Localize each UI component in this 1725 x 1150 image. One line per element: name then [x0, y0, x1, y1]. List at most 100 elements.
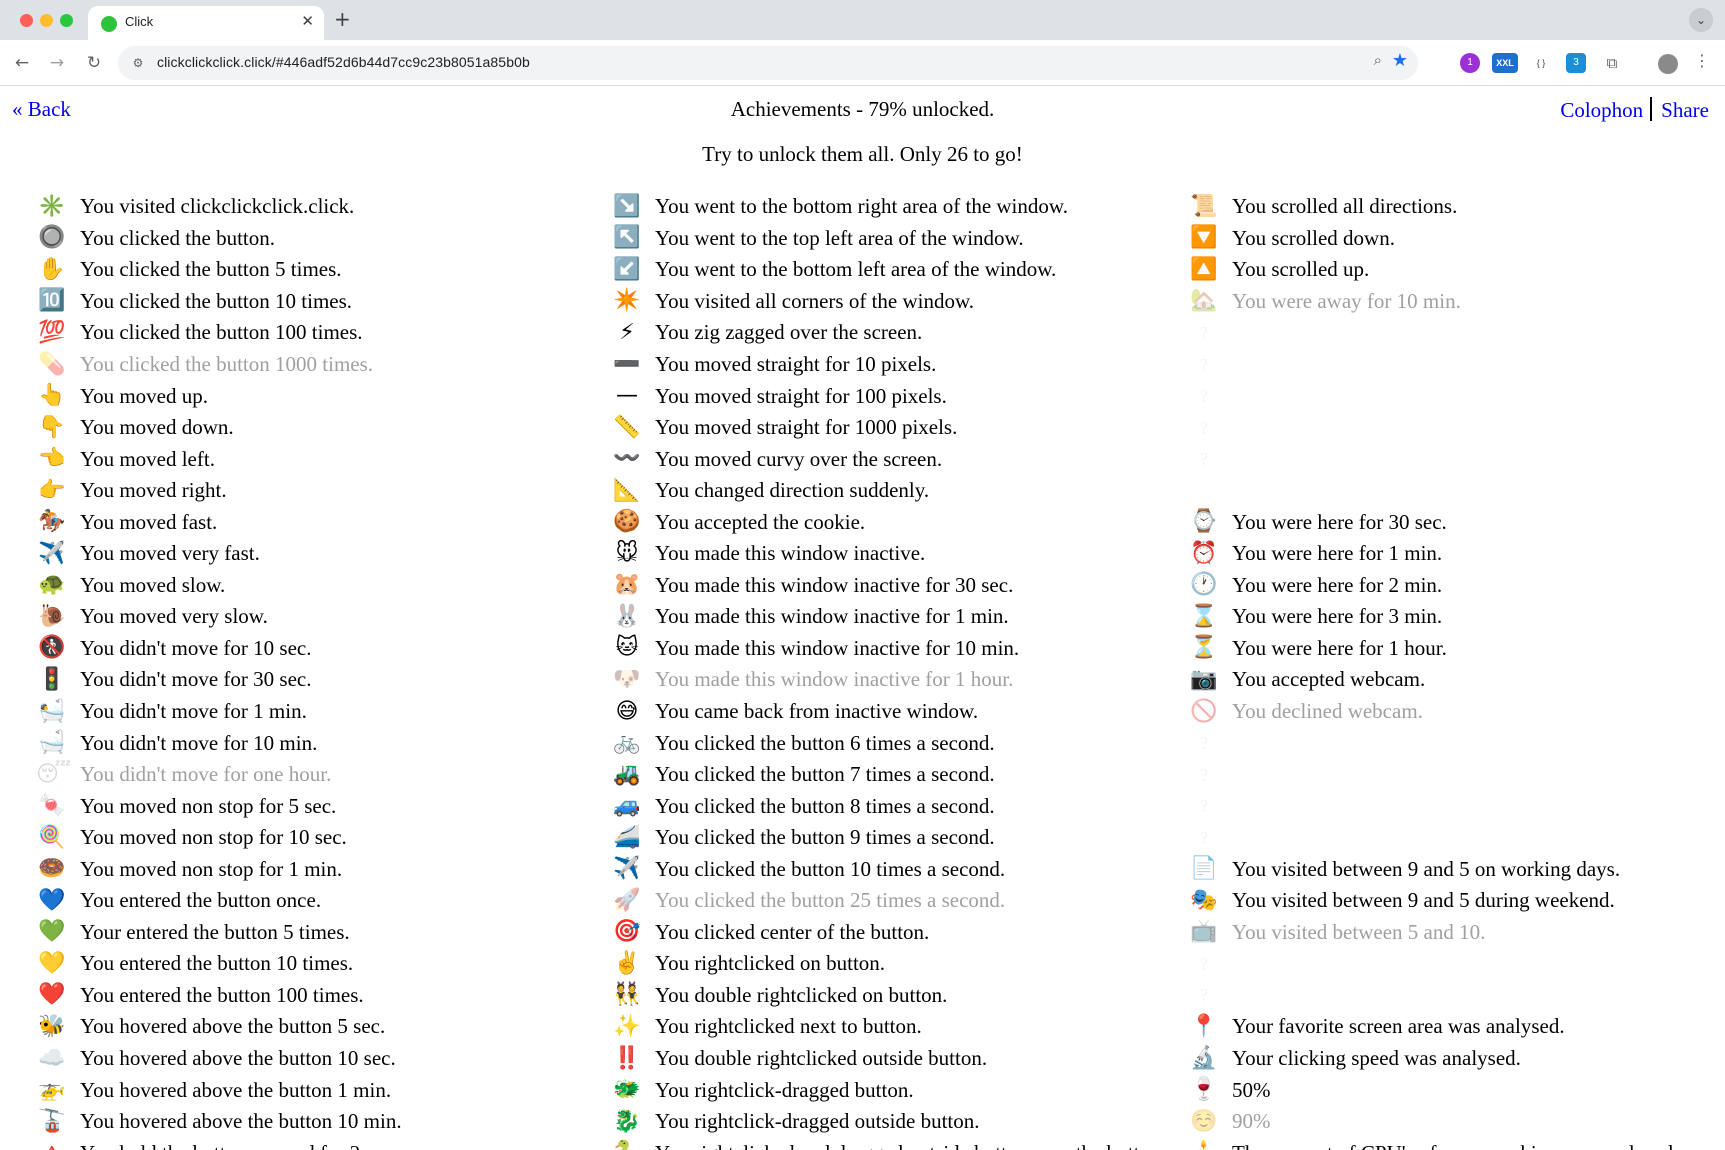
- achievement-placeholder: ?: [1188, 948, 1725, 980]
- achievement-item: 💊 You clicked the button 1000 times.: [36, 349, 596, 381]
- achievement-icon: ☁️: [38, 1045, 66, 1071]
- achievement-icon: 💙: [38, 887, 66, 913]
- achievement-placeholder: ?: [1188, 759, 1725, 791]
- achievement-item: ⏳ You were here for 1 hour.: [1188, 633, 1725, 665]
- achievement-item: 🐍 You rightclicked and dragged outside bu…: [611, 1137, 1171, 1150]
- favicon-icon: [101, 16, 117, 32]
- achievement-label: 50%: [1232, 1077, 1271, 1102]
- reload-icon[interactable]: ↻: [80, 49, 108, 77]
- achievement-item: ✈️ You clicked the button 10 times a seco…: [611, 853, 1171, 885]
- achievement-label: You went to the bottom right area of the…: [655, 194, 1068, 219]
- achievement-icon: 🍷: [1190, 1077, 1218, 1103]
- top-right-links: Colophon Share: [1560, 97, 1709, 123]
- extension-counter-icon[interactable]: 3: [1566, 53, 1586, 73]
- achievement-item: ☁️ You hovered above the button 10 sec.: [36, 1043, 596, 1075]
- achievement-label: You were here for 1 min.: [1232, 541, 1443, 566]
- achievement-label: You moved very slow.: [80, 604, 268, 629]
- achievement-item: 🚷 You didn't move for 10 sec.: [36, 633, 596, 665]
- achievement-icon: 😴: [36, 761, 72, 787]
- achievement-item: ✌️ You rightclicked on button.: [611, 948, 1171, 980]
- achievement-icon: 🐶: [613, 666, 641, 692]
- link-divider: [1650, 97, 1653, 121]
- achievement-icon: ⏳: [1190, 635, 1218, 661]
- achievement-item: ↘️ You went to the bottom right area of t…: [611, 191, 1171, 223]
- url-text[interactable]: clickclickclick.click/#446adf52d6b44d7cc…: [157, 54, 530, 70]
- achievement-label: You changed direction suddenly.: [655, 478, 930, 503]
- achievement-label: You moved left.: [80, 446, 215, 471]
- achievement-icon: 😅: [615, 698, 639, 724]
- achievement-label: You moved straight for 10 pixels.: [655, 352, 937, 376]
- browser-toolbar: ← → ↻ ⚙ clickclickclick.click/#446adf52d…: [0, 40, 1725, 86]
- achievement-label: You clicked the button 5 times.: [80, 257, 342, 282]
- zoom-icon[interactable]: ⌕: [1374, 51, 1382, 69]
- achievements-column-1: ✳️ You visited clickclickclick.click. 🔘 You…: [36, 191, 596, 1150]
- achievement-placeholder: ?: [1188, 790, 1725, 822]
- extension-xxl-icon[interactable]: XXL: [1492, 53, 1518, 73]
- forward-arrow-icon[interactable]: →: [43, 49, 71, 77]
- achievement-icon: 👉: [38, 477, 66, 503]
- achievement-item: 🔬 Your clicking speed was analysed.: [1188, 1043, 1725, 1075]
- close-window-button[interactable]: [20, 14, 33, 27]
- achievement-label: You clicked the button 25 times a second…: [655, 888, 1006, 913]
- achievement-icon: 🚄: [613, 824, 641, 850]
- achievement-item: 👉 You moved right.: [36, 475, 596, 507]
- colophon-link[interactable]: Colophon: [1560, 98, 1643, 122]
- achievement-icon: ↘️: [613, 193, 641, 219]
- browser-tab[interactable]: Click ✕: [88, 6, 324, 40]
- profile-avatar[interactable]: [1658, 54, 1678, 74]
- achievement-label: You were here for 30 sec.: [1232, 509, 1447, 534]
- achievement-icon: 🎯: [613, 919, 641, 945]
- close-tab-icon[interactable]: ✕: [301, 12, 314, 30]
- tab-search-icon[interactable]: ⌄: [1689, 8, 1713, 32]
- achievement-item: — You moved straight for 100 pixels.: [611, 380, 1171, 412]
- achievement-icon: 🏡: [1190, 288, 1218, 314]
- achievement-item: 🕐 You were here for 2 min.: [1188, 570, 1725, 602]
- new-tab-icon[interactable]: +: [334, 7, 351, 31]
- achievement-label: You were here for 3 min.: [1232, 604, 1443, 629]
- achievement-icon: 🚦: [38, 666, 66, 692]
- achievement-item: 👯 You double rightclicked on button.: [611, 980, 1171, 1012]
- achievement-icon: 📺: [1190, 919, 1218, 945]
- bookmark-star-icon[interactable]: ★: [1392, 50, 1408, 71]
- achievement-icon: ↖️: [613, 225, 641, 251]
- achievement-icon: ?: [1200, 827, 1208, 848]
- achievement-label: You accepted the cookie.: [655, 509, 866, 534]
- minimize-window-button[interactable]: [40, 14, 53, 27]
- achievement-label: You hold the button pressed for 2 sec.: [80, 1141, 398, 1150]
- achievement-label: You moved straight for 100 pixels.: [655, 383, 947, 408]
- achievement-icon: 🐲: [613, 1077, 641, 1103]
- address-bar[interactable]: ⚙ clickclickclick.click/#446adf52d6b44d7…: [118, 46, 1418, 80]
- maximize-window-button[interactable]: [60, 14, 73, 27]
- browser-tab-bar: Click ✕ + ⌄: [0, 0, 1725, 40]
- achievement-icon: 🐰: [613, 603, 641, 629]
- achievement-icon: 🎭: [1190, 887, 1218, 913]
- achievement-label: You visited between 5 and 10.: [1232, 919, 1486, 944]
- achievement-item: 🐹 You made this window inactive for 30 se…: [611, 570, 1171, 602]
- achievements-column-3: 📜 You scrolled all directions. 🔽 You scroll…: [1188, 191, 1725, 1150]
- achievement-item: 🐌 You moved very slow.: [36, 601, 596, 633]
- achievement-icon: 📏: [613, 414, 641, 440]
- extensions-puzzle-icon[interactable]: ⧉: [1602, 53, 1622, 73]
- extension-badge-icon[interactable]: 1: [1460, 53, 1480, 73]
- achievement-icon: 🐱: [615, 635, 639, 661]
- extension-json-icon[interactable]: { }: [1530, 53, 1552, 73]
- achievement-icon: 🕐: [1190, 572, 1218, 598]
- achievement-icon: 🍪: [613, 509, 641, 535]
- achievement-icon: 🍬: [38, 793, 66, 819]
- achievement-icon: 🛁: [38, 730, 66, 756]
- achievement-item: 📍 Your favorite screen area was analysed.: [1188, 1011, 1725, 1043]
- site-info-icon[interactable]: ⚙: [128, 53, 148, 73]
- browser-menu-icon[interactable]: ⋮: [1694, 51, 1710, 70]
- achievement-item: 🍪 You accepted the cookie.: [611, 506, 1171, 538]
- achievement-icon: 🔽: [1190, 225, 1218, 251]
- achievement-item: 🍩 You moved non stop for 1 min.: [36, 853, 596, 885]
- achievement-label: You didn't move for 30 sec.: [80, 667, 312, 692]
- achievement-icon: ?: [1200, 733, 1208, 754]
- share-link[interactable]: Share: [1661, 98, 1709, 122]
- achievement-label: You rightclicked and dragged outside but…: [655, 1141, 1166, 1150]
- achievement-icon: ⌛: [1190, 603, 1218, 629]
- achievement-item: ↖️ You went to the top left area of the w…: [611, 223, 1171, 255]
- achievement-label: You moved non stop for 1 min.: [80, 856, 343, 881]
- achievement-label: Your favorite screen area was analysed.: [1232, 1014, 1565, 1039]
- back-arrow-icon[interactable]: ←: [8, 49, 36, 77]
